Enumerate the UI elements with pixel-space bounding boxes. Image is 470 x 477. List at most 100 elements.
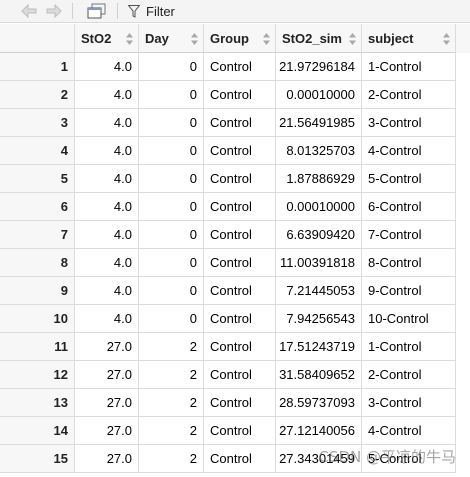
table-row[interactable]: 8 4.0 0 Control 11.00391818 8-Control [0, 249, 470, 277]
table-cell[interactable]: Control [204, 333, 276, 361]
column-header-subject[interactable]: subject [362, 24, 456, 53]
table-row[interactable]: 11 27.0 2 Control 17.51243719 1-Control [0, 333, 470, 361]
column-header-sto2[interactable]: StO2 [75, 24, 139, 53]
table-cell[interactable]: 3-Control [362, 389, 456, 417]
table-cell[interactable]: Control [204, 193, 276, 221]
table-cell[interactable]: 2 [139, 445, 204, 473]
table-cell[interactable]: 4.0 [75, 53, 139, 81]
table-cell[interactable]: 0 [139, 81, 204, 109]
table-cell[interactable]: Control [204, 361, 276, 389]
table-cell[interactable]: 17.51243719 [276, 333, 362, 361]
table-row[interactable]: 4 4.0 0 Control 8.01325703 4-Control [0, 137, 470, 165]
table-cell[interactable]: 7.21445053 [276, 277, 362, 305]
table-cell[interactable]: 8.01325703 [276, 137, 362, 165]
table-cell[interactable]: 4.0 [75, 305, 139, 333]
table-cell[interactable]: 3-Control [362, 109, 456, 137]
table-cell[interactable]: 27.12140056 [276, 417, 362, 445]
table-cell[interactable]: Control [204, 109, 276, 137]
table-cell[interactable]: 28.59737093 [276, 389, 362, 417]
table-row[interactable]: 13 27.0 2 Control 28.59737093 3-Control [0, 389, 470, 417]
table-cell[interactable]: 2 [139, 417, 204, 445]
table-cell[interactable]: 4-Control [362, 417, 456, 445]
table-cell[interactable]: 0 [139, 249, 204, 277]
table-cell[interactable]: 4.0 [75, 221, 139, 249]
table-cell[interactable]: 9-Control [362, 277, 456, 305]
table-cell[interactable]: 27.0 [75, 361, 139, 389]
table-cell[interactable]: 0.00010000 [276, 81, 362, 109]
table-cell[interactable]: Control [204, 445, 276, 473]
table-cell[interactable]: 27.0 [75, 417, 139, 445]
table-cell[interactable]: Control [204, 165, 276, 193]
table-row[interactable]: 2 4.0 0 Control 0.00010000 2-Control [0, 81, 470, 109]
table-cell[interactable]: Control [204, 221, 276, 249]
table-row[interactable]: 6 4.0 0 Control 0.00010000 6-Control [0, 193, 470, 221]
table-cell[interactable]: 0.00010000 [276, 193, 362, 221]
table-cell[interactable]: 10-Control [362, 305, 456, 333]
table-cell[interactable]: 11.00391818 [276, 249, 362, 277]
row-index: 11 [0, 333, 75, 361]
filter-button[interactable]: Filter [128, 3, 198, 19]
table-cell[interactable]: 4.0 [75, 277, 139, 305]
table-cell[interactable]: Control [204, 389, 276, 417]
table-cell[interactable]: 5-Control [362, 165, 456, 193]
table-row[interactable]: 1 4.0 0 Control 21.97296184 1-Control [0, 53, 470, 81]
table-cell[interactable]: 4-Control [362, 137, 456, 165]
table-cell[interactable]: 27.34301459 [276, 445, 362, 473]
table-cell[interactable]: 21.97296184 [276, 53, 362, 81]
table-cell[interactable]: 0 [139, 165, 204, 193]
arrow-right-icon[interactable] [45, 3, 63, 19]
table-row[interactable]: 14 27.0 2 Control 27.12140056 4-Control [0, 417, 470, 445]
table-cell[interactable]: 4.0 [75, 81, 139, 109]
table-cell[interactable]: 2-Control [362, 81, 456, 109]
table-cell[interactable]: 1-Control [362, 53, 456, 81]
table-cell[interactable]: 6.63909420 [276, 221, 362, 249]
table-cell[interactable]: Control [204, 417, 276, 445]
table-cell[interactable]: 4.0 [75, 165, 139, 193]
table-cell[interactable]: Control [204, 277, 276, 305]
table-cell[interactable]: 0 [139, 277, 204, 305]
table-cell[interactable]: 4.0 [75, 109, 139, 137]
table-cell[interactable]: 31.58409652 [276, 361, 362, 389]
table-cell[interactable]: 1.87886929 [276, 165, 362, 193]
table-cell[interactable]: 7-Control [362, 221, 456, 249]
table-cell[interactable]: 6-Control [362, 193, 456, 221]
table-row[interactable]: 9 4.0 0 Control 7.21445053 9-Control [0, 277, 470, 305]
column-header-sto2-sim[interactable]: StO2_sim [276, 24, 362, 53]
table-cell[interactable]: 27.0 [75, 445, 139, 473]
table-cell[interactable]: Control [204, 81, 276, 109]
table-cell[interactable]: 5-Control [362, 445, 456, 473]
table-cell[interactable]: 8-Control [362, 249, 456, 277]
table-cell[interactable]: 27.0 [75, 389, 139, 417]
table-cell[interactable]: 0 [139, 305, 204, 333]
table-cell[interactable]: 21.56491985 [276, 109, 362, 137]
table-cell[interactable]: 2 [139, 361, 204, 389]
table-cell[interactable]: 0 [139, 109, 204, 137]
table-cell[interactable]: 2 [139, 389, 204, 417]
table-cell[interactable]: Control [204, 53, 276, 81]
table-cell[interactable]: Control [204, 305, 276, 333]
table-cell[interactable]: 27.0 [75, 333, 139, 361]
table-row[interactable]: 7 4.0 0 Control 6.63909420 7-Control [0, 221, 470, 249]
popout-window-icon[interactable] [86, 3, 108, 19]
table-cell[interactable]: 0 [139, 193, 204, 221]
column-header-day[interactable]: Day [139, 24, 204, 53]
table-row[interactable]: 15 27.0 2 Control 27.34301459 5-Control [0, 445, 470, 473]
table-row[interactable]: 5 4.0 0 Control 1.87886929 5-Control [0, 165, 470, 193]
table-cell[interactable]: 2 [139, 333, 204, 361]
table-row[interactable]: 3 4.0 0 Control 21.56491985 3-Control [0, 109, 470, 137]
table-cell[interactable]: 1-Control [362, 333, 456, 361]
table-cell[interactable]: 4.0 [75, 193, 139, 221]
table-cell[interactable]: 4.0 [75, 249, 139, 277]
arrow-left-icon[interactable] [20, 3, 38, 19]
column-header-group[interactable]: Group [204, 24, 276, 53]
table-row[interactable]: 10 4.0 0 Control 7.94256543 10-Control [0, 305, 470, 333]
table-cell[interactable]: Control [204, 249, 276, 277]
table-cell[interactable]: 0 [139, 221, 204, 249]
table-row[interactable]: 12 27.0 2 Control 31.58409652 2-Control [0, 361, 470, 389]
table-cell[interactable]: 0 [139, 53, 204, 81]
table-cell[interactable]: 2-Control [362, 361, 456, 389]
table-cell[interactable]: Control [204, 137, 276, 165]
table-cell[interactable]: 4.0 [75, 137, 139, 165]
table-cell[interactable]: 0 [139, 137, 204, 165]
table-cell[interactable]: 7.94256543 [276, 305, 362, 333]
